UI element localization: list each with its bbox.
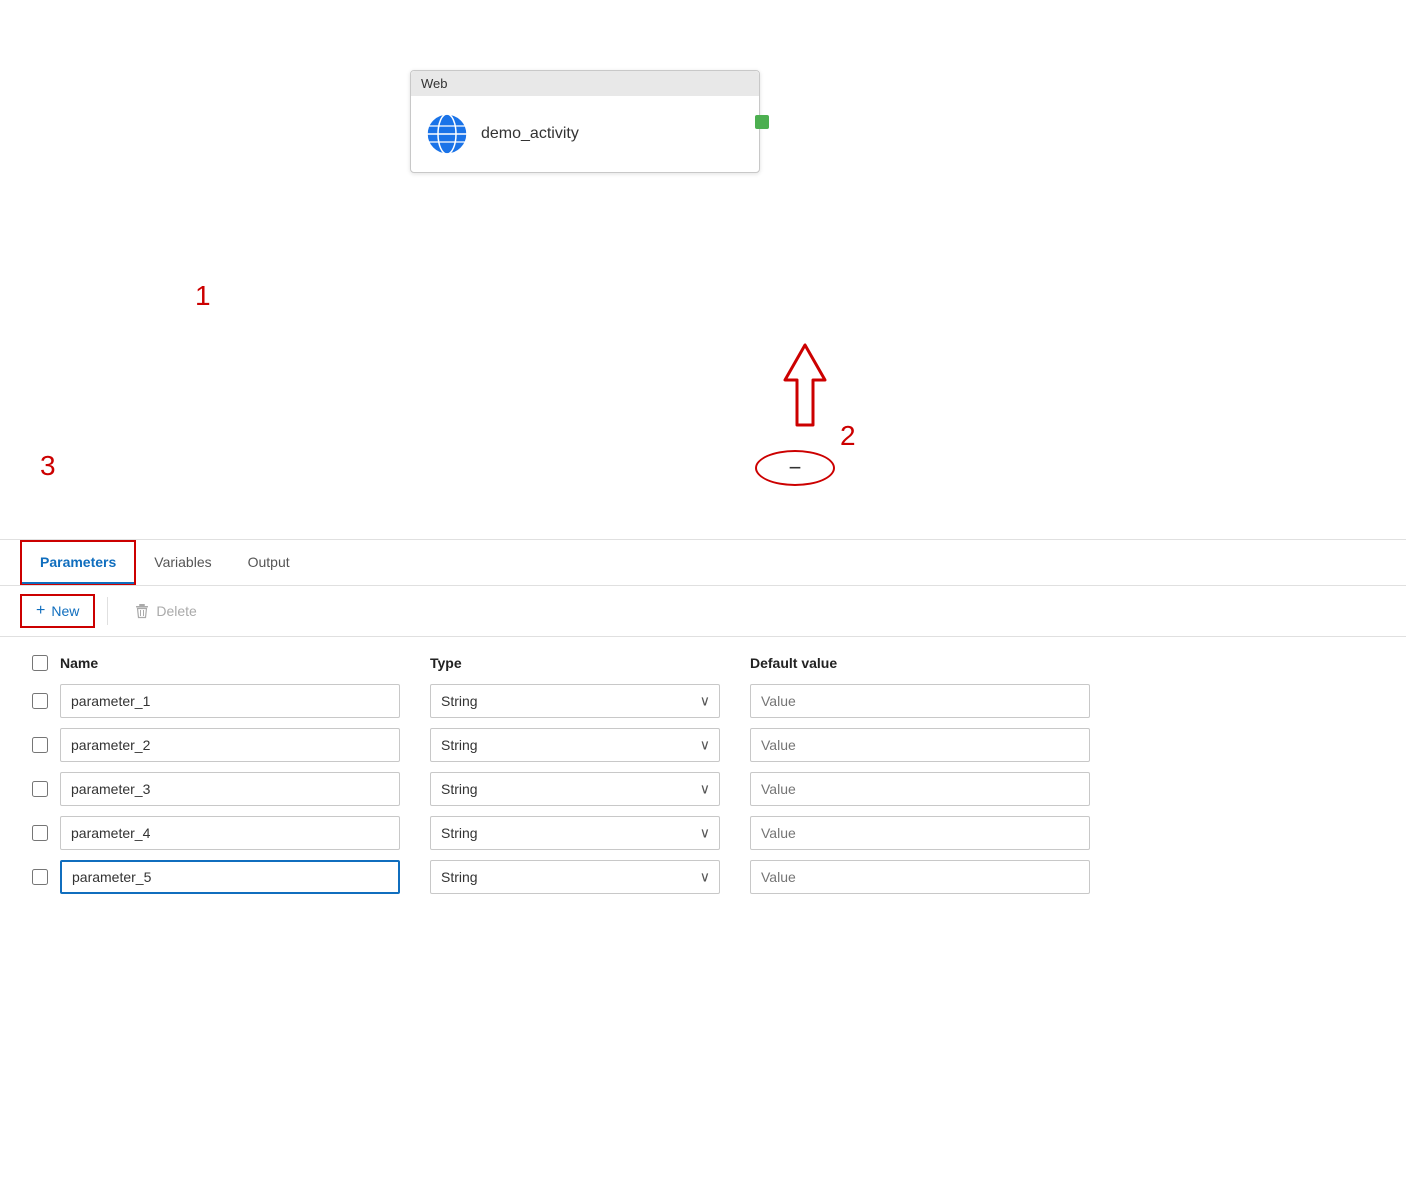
row-5-type-select-wrapper: StringIntFloatBool: [430, 860, 720, 894]
row-2-type-cell: StringIntFloatBool: [430, 728, 750, 762]
globe-icon: [425, 112, 469, 156]
row-2-name-input[interactable]: [60, 728, 400, 762]
annotation-number-1: 1: [195, 280, 211, 312]
row-5-checkbox-col: [20, 869, 60, 885]
row-3-name-input[interactable]: [60, 772, 400, 806]
row-4-checkbox[interactable]: [32, 825, 48, 841]
tab-parameters[interactable]: Parameters: [22, 542, 134, 584]
activity-node-body: demo_activity: [411, 96, 759, 172]
row-5-checkbox[interactable]: [32, 869, 48, 885]
header-checkbox-col: [20, 655, 60, 671]
row-4-type-cell: StringIntFloatBool: [430, 816, 750, 850]
activity-node[interactable]: Web demo_activity: [410, 70, 760, 173]
table-header-row: Name Type Default value: [20, 647, 1386, 679]
table-row: StringIntFloatBool: [20, 679, 1386, 723]
bottom-panel: Parameters Variables Output + New Delete: [0, 540, 1406, 909]
row-5-value-input[interactable]: [750, 860, 1090, 894]
row-4-type-select-wrapper: StringIntFloatBool: [430, 816, 720, 850]
row-5-name-input[interactable]: [60, 860, 400, 894]
activity-status-dot: [755, 115, 769, 129]
row-3-type-cell: StringIntFloatBool: [430, 772, 750, 806]
minus-symbol: −: [789, 457, 802, 479]
row-1-value-input[interactable]: [750, 684, 1090, 718]
row-5-value-cell: [750, 860, 1386, 894]
row-3-type-select[interactable]: StringIntFloatBool: [430, 772, 720, 806]
header-type: Type: [430, 655, 750, 671]
row-1-name-cell: [60, 684, 430, 718]
annotation-number-3: 3: [40, 450, 56, 482]
select-all-checkbox[interactable]: [32, 655, 48, 671]
table-row: StringIntFloatBool: [20, 767, 1386, 811]
oval-minus-annotation: −: [755, 450, 835, 486]
row-1-type-select[interactable]: StringIntFloatBool: [430, 684, 720, 718]
trash-icon: [134, 603, 150, 619]
table-row: StringIntFloatBool: [20, 811, 1386, 855]
delete-button-label: Delete: [156, 603, 196, 619]
toolbar-divider: [107, 597, 108, 625]
row-5-type-select[interactable]: StringIntFloatBool: [430, 860, 720, 894]
row-4-name-cell: [60, 816, 430, 850]
parameters-tab-box: Parameters: [20, 540, 136, 585]
toolbar: + New Delete: [0, 586, 1406, 637]
row-3-checkbox-col: [20, 781, 60, 797]
params-table: Name Type Default value StringIntFloatBo…: [0, 637, 1406, 909]
row-2-type-select[interactable]: StringIntFloatBool: [430, 728, 720, 762]
header-name: Name: [60, 655, 430, 671]
row-2-checkbox[interactable]: [32, 737, 48, 753]
row-2-value-input[interactable]: [750, 728, 1090, 762]
arrow-annotation: [775, 340, 835, 435]
row-4-name-input[interactable]: [60, 816, 400, 850]
row-4-type-select[interactable]: StringIntFloatBool: [430, 816, 720, 850]
tab-output[interactable]: Output: [230, 542, 308, 584]
row-5-name-cell: [60, 860, 430, 894]
row-2-checkbox-col: [20, 737, 60, 753]
table-row: StringIntFloatBool: [20, 723, 1386, 767]
row-2-name-cell: [60, 728, 430, 762]
tab-variables[interactable]: Variables: [136, 542, 229, 584]
row-1-checkbox-col: [20, 693, 60, 709]
new-button-label: New: [51, 603, 79, 619]
new-button[interactable]: + New: [20, 594, 95, 628]
row-3-name-cell: [60, 772, 430, 806]
plus-icon: +: [36, 602, 45, 620]
row-2-type-select-wrapper: StringIntFloatBool: [430, 728, 720, 762]
row-2-value-cell: [750, 728, 1386, 762]
row-3-checkbox[interactable]: [32, 781, 48, 797]
canvas-area: Web demo_activity 1 − 2 3: [0, 0, 1406, 540]
row-3-type-select-wrapper: StringIntFloatBool: [430, 772, 720, 806]
delete-button[interactable]: Delete: [120, 597, 210, 625]
table-row: StringIntFloatBool: [20, 855, 1386, 899]
row-3-value-cell: [750, 772, 1386, 806]
row-4-value-cell: [750, 816, 1386, 850]
row-1-type-select-wrapper: StringIntFloatBool: [430, 684, 720, 718]
row-4-value-input[interactable]: [750, 816, 1090, 850]
row-4-checkbox-col: [20, 825, 60, 841]
header-default-value: Default value: [750, 655, 1386, 671]
activity-name: demo_activity: [481, 125, 579, 143]
row-5-type-cell: StringIntFloatBool: [430, 860, 750, 894]
annotation-number-2: 2: [840, 420, 856, 452]
row-1-value-cell: [750, 684, 1386, 718]
row-3-value-input[interactable]: [750, 772, 1090, 806]
row-1-checkbox[interactable]: [32, 693, 48, 709]
tabs-bar: Parameters Variables Output: [0, 540, 1406, 586]
activity-node-header: Web: [411, 71, 759, 96]
row-1-type-cell: StringIntFloatBool: [430, 684, 750, 718]
row-1-name-input[interactable]: [60, 684, 400, 718]
